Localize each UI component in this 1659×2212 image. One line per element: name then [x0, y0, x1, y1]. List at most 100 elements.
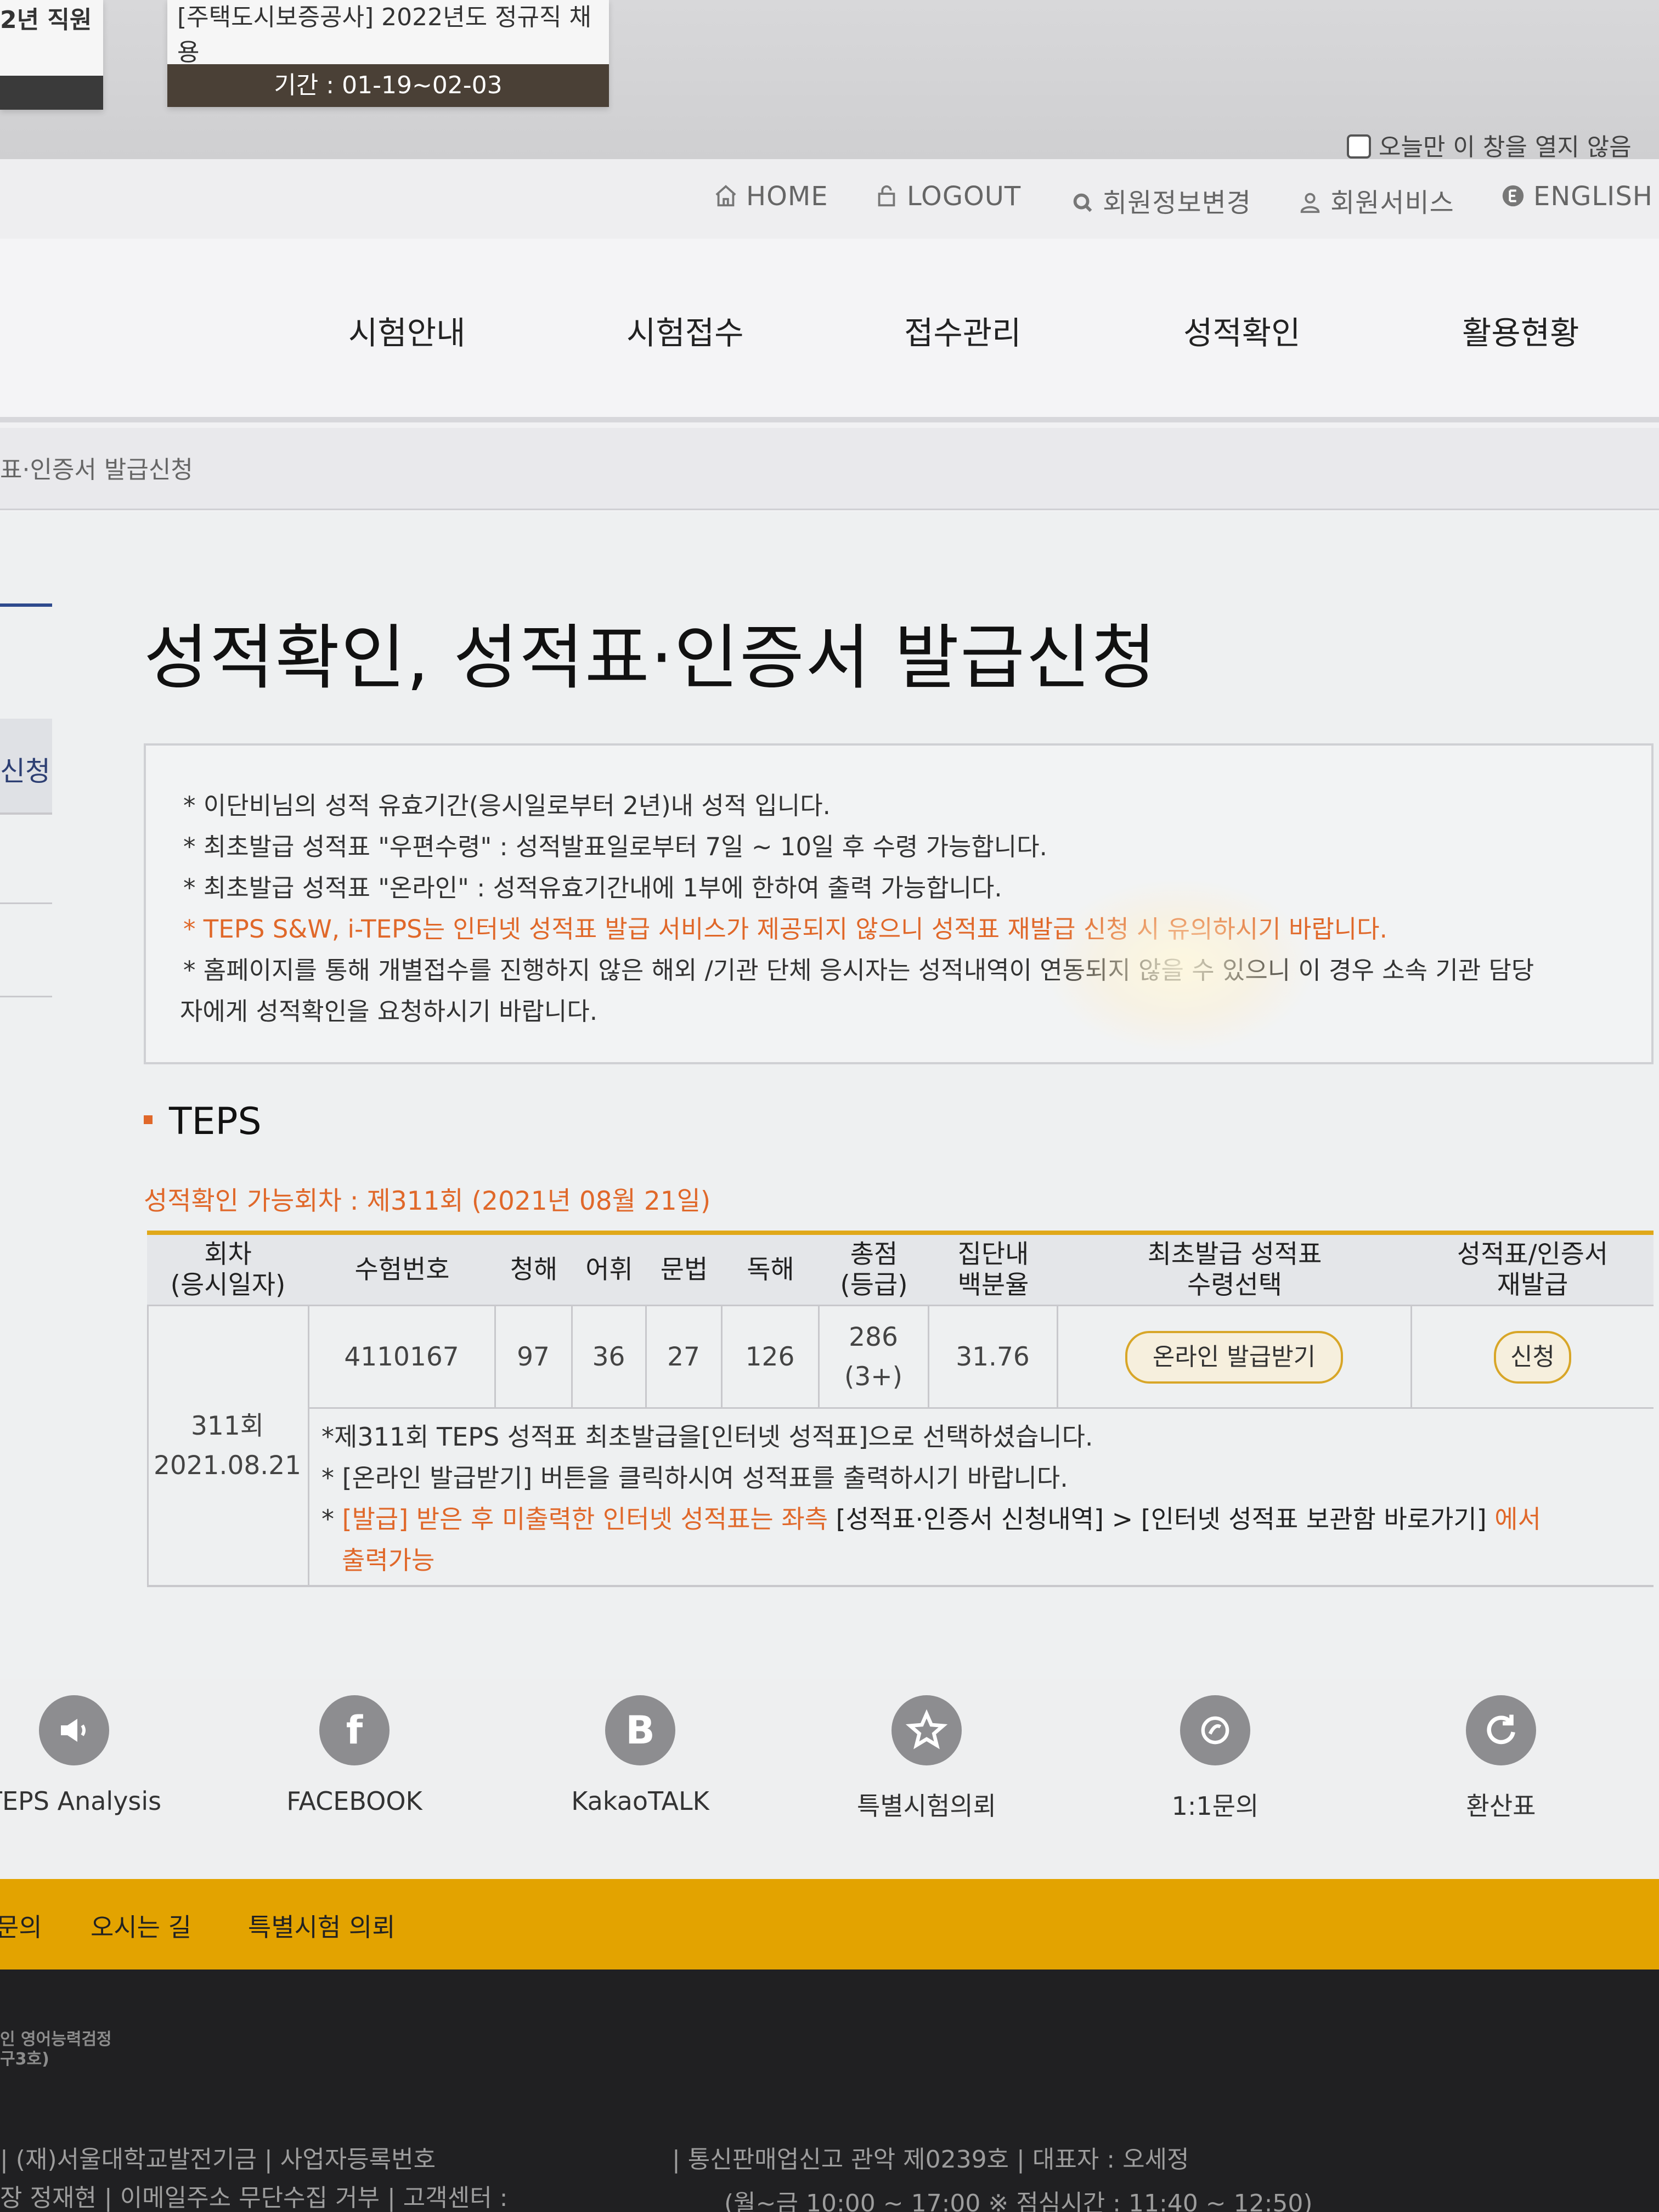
note-bullet: *: [321, 1504, 342, 1534]
notice-line: * 이단비님의 성적 유효기간(응시일로부터 2년)내 성적 입니다.: [183, 791, 831, 820]
footer: 인 영어능력검정 구3호) | (재)서울대학교발전기금 | 사업자등록번호 |…: [0, 1970, 1659, 2212]
note-orange-text: 에서: [1486, 1504, 1541, 1534]
search-icon: [1073, 193, 1092, 212]
nav-register-manage[interactable]: 접수관리: [904, 307, 1021, 353]
sidebar-top-line: [0, 603, 52, 607]
member-service-label: 회원서비스: [1330, 188, 1454, 218]
no-open-today-checkbox[interactable]: 오늘만 이 창을 열지 않음: [1347, 127, 1632, 162]
footer-link-special-exam[interactable]: 특별시험 의뢰: [248, 1908, 396, 1944]
sidebar-divider: [0, 996, 52, 997]
quick-link-facebook[interactable]: f FACEBOOK: [256, 1695, 453, 1816]
cell-listening: 97: [495, 1307, 571, 1407]
edit-member-link[interactable]: 회원정보변경: [1070, 181, 1251, 219]
english-link[interactable]: ENGLISH: [1500, 181, 1653, 212]
quick-links: TEPS Analysis f FACEBOOK B KakaoTALK 특별시…: [0, 1679, 1659, 1879]
cell-total: 286 (3+): [819, 1307, 928, 1407]
header-total: 총점 (등급): [819, 1235, 929, 1306]
note-archive-link-text: [성적표·인증서 신청내역] > [인터넷 성적표 보관함 바로가기]: [836, 1504, 1487, 1534]
header-percentile-text: 집단내 백분율: [957, 1239, 1029, 1300]
cell-grammar: 27: [646, 1307, 721, 1407]
star-icon: [891, 1695, 962, 1765]
footer-info: (월~금 10:00 ~ 17:00 ※ 점심시간 : 11:40 ~ 12:5…: [724, 2190, 1313, 2212]
quick-link-conversion-table[interactable]: 환산표: [1402, 1695, 1600, 1822]
quick-link-special-exam[interactable]: 특별시험의뢰: [828, 1695, 1025, 1822]
nav-exam-info[interactable]: 시험안내: [348, 307, 465, 353]
header-vocab-text: 어휘: [585, 1254, 633, 1285]
score-table: 회차 (응시일자) 수험번호 청해 어휘 문법 독해 총점 (등급) 집단내 백…: [147, 1231, 1654, 1587]
note-orange-text: 출력가능: [342, 1545, 435, 1575]
header-reading: 독해: [722, 1235, 819, 1306]
kakaotalk-icon: B: [605, 1695, 675, 1765]
header-percentile: 집단내 백분율: [929, 1235, 1058, 1306]
home-icon: [715, 185, 736, 207]
footer-logo-line: 구3호): [0, 2050, 49, 2069]
notice-line: * 최초발급 성적표 "온라인" : 성적유효기간내에 1부에 한하여 출력 가…: [183, 873, 1002, 902]
cell-exam-no-text: 4110167: [344, 1342, 459, 1372]
home-label: HOME: [746, 181, 828, 212]
table-note: * [발급] 받은 후 미출력한 인터넷 성적표는 좌측 [성적표·인증서 신청…: [321, 1499, 1541, 1536]
cell-total-text: 286 (3+): [844, 1322, 902, 1392]
footer-logo-line: 인 영어능력검정: [0, 2030, 112, 2049]
english-label: ENGLISH: [1533, 181, 1653, 212]
megaphone-icon: [39, 1695, 109, 1765]
quick-link-kakaotalk[interactable]: B KakaoTALK: [541, 1695, 739, 1816]
table-note: * [온라인 발급받기] 버튼을 클릭하시여 성적표를 출력하시기 바랍니다.: [321, 1463, 1068, 1493]
quick-link-label: TEPS Analysis: [0, 1786, 162, 1816]
footer-info: | (재)서울대학교발전기금 | 사업자등록번호: [0, 2146, 436, 2174]
header-exam-no: 수험번호: [309, 1235, 495, 1306]
sidebar-item-active[interactable]: 신청: [0, 719, 52, 815]
header-grammar: 문법: [646, 1235, 722, 1306]
job-card-left[interactable]: 2년 직원: [0, 0, 103, 110]
table-border: [309, 1407, 1654, 1409]
footer-link-directions[interactable]: 오시는 길: [91, 1908, 191, 1944]
online-issue-button[interactable]: 온라인 발급받기: [1125, 1331, 1344, 1384]
header-listening: 청해: [495, 1235, 572, 1306]
header-round: 회차 (응시일자): [147, 1235, 309, 1306]
quick-link-inquiry[interactable]: 1:1문의: [1116, 1695, 1314, 1822]
nav-score-check[interactable]: 성적확인: [1183, 307, 1300, 353]
quick-link-label: FACEBOOK: [286, 1786, 422, 1816]
header-reading-text: 독해: [747, 1254, 794, 1285]
quick-link-teps-analysis[interactable]: TEPS Analysis: [0, 1695, 173, 1816]
footer-link-inquiry[interactable]: 문의: [0, 1908, 42, 1944]
english-icon: [1502, 185, 1524, 207]
chat-icon: [1180, 1695, 1250, 1765]
logout-link[interactable]: LOGOUT: [874, 181, 1021, 212]
nav-usage-status[interactable]: 활용현황: [1462, 307, 1579, 353]
breadcrumb: 표·인증서 발급신청: [0, 456, 193, 484]
cell-reissue: 신청: [1412, 1307, 1654, 1407]
member-service-link[interactable]: 회원서비스: [1297, 181, 1454, 219]
job-card-title: 2년 직원: [0, 6, 92, 34]
user-icon: [1300, 193, 1320, 213]
cell-grammar-text: 27: [667, 1342, 700, 1372]
cell-round-text: 311회 2021.08.21: [153, 1411, 302, 1481]
cell-exam-no: 4110167: [309, 1307, 494, 1407]
notice-line: * 최초발급 성적표 "우편수령" : 성적발표일로부터 7일 ~ 10일 후 …: [183, 832, 1047, 861]
job-card-right[interactable]: [주택도시보증공사] 2022년도 정규직 채용 기간 : 01-19~02-0…: [167, 0, 609, 107]
table-note: 출력가능: [342, 1541, 435, 1577]
header-listening-text: 청해: [510, 1254, 558, 1285]
cell-reading: 126: [722, 1307, 818, 1407]
sidebar-item-label: 신청: [0, 755, 50, 787]
page-title: 성적확인, 성적표·인증서 발급신청: [144, 617, 1158, 699]
header-reissue: 성적표/인증서 재발급: [1412, 1235, 1654, 1306]
job-card-footer: [0, 76, 103, 110]
quick-link-label: 1:1문의: [1171, 1791, 1259, 1821]
nav-exam-register[interactable]: 시험접수: [627, 307, 743, 353]
header-grammar-text: 문법: [660, 1254, 708, 1285]
checkbox-icon[interactable]: [1347, 134, 1371, 159]
popup-strip: 2년 직원 [주택도시보증공사] 2022년도 정규직 채용 기간 : 01-1…: [0, 0, 1659, 162]
quick-link-label: KakaoTALK: [571, 1786, 709, 1816]
reissue-apply-button[interactable]: 신청: [1494, 1331, 1571, 1384]
header-vocab: 어휘: [572, 1235, 646, 1306]
main-nav: 시험안내 시험접수 접수관리 성적확인 활용현황: [0, 239, 1659, 422]
footer-link-bar: 문의 오시는 길 특별시험 의뢰: [0, 1879, 1659, 1970]
cell-percentile: 31.76: [929, 1307, 1057, 1407]
header-round-text: 회차 (응시일자): [170, 1239, 286, 1300]
logout-label: LOGOUT: [907, 181, 1022, 212]
cell-first-issue: 온라인 발급받기: [1058, 1307, 1410, 1407]
home-link[interactable]: HOME: [713, 181, 828, 212]
table-note: *제311회 TEPS 성적표 최초발급을[인터넷 성적표]으로 선택하셨습니다…: [321, 1422, 1093, 1452]
utility-nav: HOME LOGOUT 회원정보변경 회원서비스 ENGLISH: [0, 159, 1659, 239]
no-open-today-label: 오늘만 이 창을 열지 않음: [1379, 133, 1632, 161]
